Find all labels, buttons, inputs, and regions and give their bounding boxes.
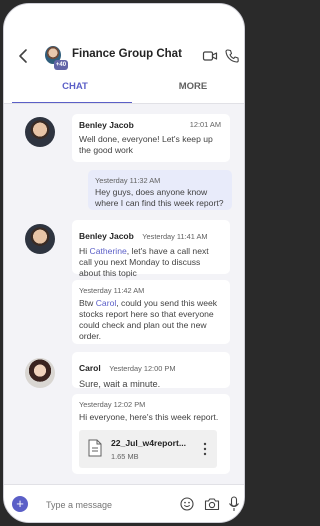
back-arrow-icon[interactable] [14,46,34,66]
own-message-bubble[interactable]: Yesterday 11:32 AM Hey guys, does anyone… [88,170,232,210]
emoji-icon[interactable] [180,497,194,511]
microphone-icon[interactable] [228,496,240,512]
message-time: Yesterday 11:32 AM [95,176,161,185]
message-bubble[interactable]: Benley Jacob Yesterday 11:41 AM Hi Cathe… [72,220,230,278]
message-bubble[interactable]: Carol Yesterday 12:00 PM Sure, wait a mi… [72,352,230,389]
camera-icon[interactable] [204,497,220,511]
avatar-carol[interactable] [25,358,55,388]
message-time: Yesterday 11:42 AM [79,286,145,295]
message-composer: + [4,484,244,522]
chat-title[interactable]: Finance Group Chat [72,48,182,60]
header-divider [4,103,244,104]
chat-tabs: CHAT MORE [4,78,244,104]
member-count-badge: +40 [54,60,68,70]
more-options-icon[interactable] [203,441,207,457]
message-text: Btw Carol, could you send this week stoc… [79,298,223,342]
message-bubble[interactable]: Benley Jacob 12:01 AM Well done, everyon… [72,114,230,162]
mention-catherine[interactable]: Catherine [90,246,127,256]
add-attachment-button[interactable]: + [12,496,28,512]
file-name: 22_Jul_w4report... [111,438,186,448]
document-icon [88,439,102,457]
file-attachment[interactable]: 22_Jul_w4report... 1.65 MB [79,430,217,468]
message-text-start: Hi [79,246,90,256]
chat-screen: +40 Finance Group Chat CHAT MORE Benley … [3,3,245,523]
message-text: Hi Catherine, let's have a call next cal… [79,246,223,279]
message-text: Hey guys, does anyone know where I can f… [95,187,224,208]
chat-header: +40 Finance Group Chat CHAT MORE [4,4,244,104]
group-avatar[interactable]: +40 [42,44,68,70]
top-bar: +40 Finance Group Chat [4,42,244,70]
tab-chat[interactable]: CHAT [20,81,130,92]
message-input[interactable] [40,494,202,516]
mention-carol[interactable]: Carol [96,298,117,308]
avatar-benley-jacob[interactable] [25,117,55,147]
message-sender: Carol [79,363,101,373]
message-time: Yesterday 12:02 PM [79,400,146,409]
message-meta: Benley Jacob Yesterday 11:41 AM [79,226,223,244]
message-text-start: Btw [79,298,96,308]
message-bubble[interactable]: Yesterday 11:42 AM Btw Carol, could you … [72,280,230,344]
tab-more[interactable]: MORE [138,81,244,92]
message-text: Sure, wait a minute. [79,379,161,389]
audio-call-icon[interactable] [224,48,240,64]
message-meta: Carol Yesterday 12:00 PM [79,358,223,376]
message-time: Yesterday 12:00 PM [109,364,176,373]
message-time: Yesterday 11:41 AM [142,232,208,241]
avatar-benley-jacob[interactable] [25,224,55,254]
message-time: 12:01 AM [189,120,221,129]
file-size: 1.65 MB [111,452,139,461]
video-call-icon[interactable] [202,48,218,64]
message-text: Well done, everyone! Let's keep up the g… [79,134,213,155]
message-bubble[interactable]: Yesterday 12:02 PM Hi everyone, here's t… [72,394,230,474]
message-text: Hi everyone, here's this week report. [79,412,219,422]
message-sender: Benley Jacob [79,231,134,241]
